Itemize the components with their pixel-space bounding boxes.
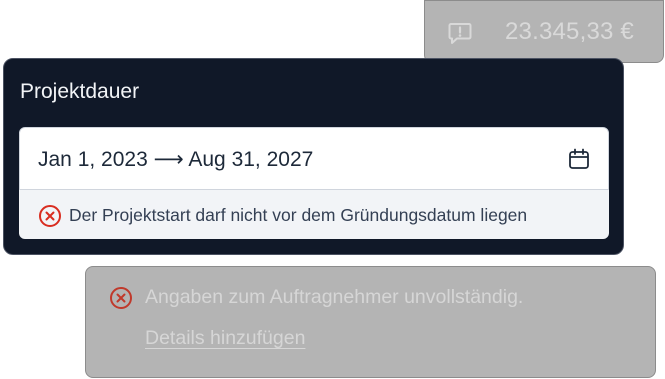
project-duration-card: Projektdauer Jan 1, 2023 ⟶ Aug 31, 2027 … — [3, 58, 624, 255]
notice-text: Angaben zum Auftragnehmer unvollständig. — [145, 286, 524, 308]
message-alert-icon — [448, 23, 472, 44]
amount-chip[interactable]: 23.345,33 € — [424, 0, 664, 63]
amount-value: 23.345,33 € — [505, 18, 634, 45]
date-range-value: Jan 1, 2023 ⟶ Aug 31, 2027 — [38, 148, 314, 171]
x-circle-icon — [110, 287, 132, 309]
date-range-input[interactable]: Jan 1, 2023 ⟶ Aug 31, 2027 — [19, 127, 609, 190]
add-details-link[interactable]: Details hinzufügen — [145, 327, 305, 350]
x-circle-icon — [39, 205, 61, 227]
contractor-notice: Angaben zum Auftragnehmer unvollständig.… — [85, 266, 656, 378]
error-text: Der Projektstart darf nicht vor dem Grün… — [69, 205, 528, 225]
page: 23.345,33 € Projektdauer Jan 1, 2023 ⟶ A… — [0, 0, 665, 379]
calendar-icon[interactable] — [568, 148, 590, 170]
card-title: Projektdauer — [20, 80, 140, 103]
date-error-message: Der Projektstart darf nicht vor dem Grün… — [19, 190, 609, 239]
